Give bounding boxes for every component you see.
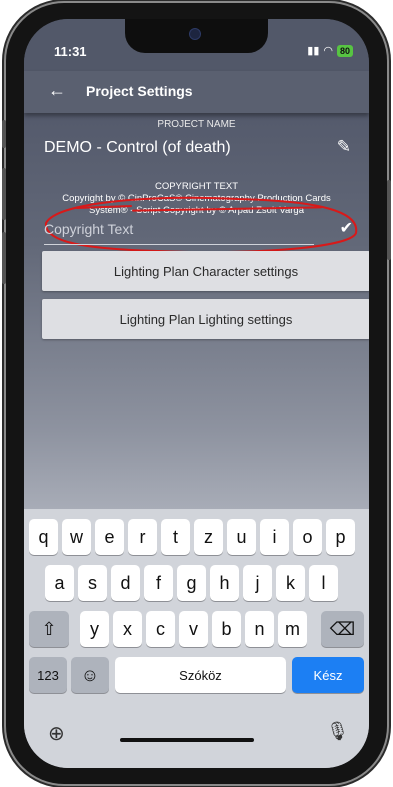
copyright-input[interactable] bbox=[44, 216, 314, 242]
key-b[interactable]: b bbox=[212, 611, 241, 647]
character-settings-button[interactable]: Lighting Plan Character settings bbox=[42, 251, 369, 291]
key-m[interactable]: m bbox=[278, 611, 307, 647]
key-c[interactable]: c bbox=[146, 611, 175, 647]
mic-icon[interactable]: 🎙 bbox=[326, 721, 349, 742]
space-key[interactable]: Szóköz bbox=[115, 657, 286, 693]
project-name-value: DEMO - Control (of death) bbox=[44, 139, 231, 156]
key-r[interactable]: r bbox=[128, 519, 157, 555]
notch bbox=[125, 19, 268, 53]
key-l[interactable]: l bbox=[309, 565, 338, 601]
key-u[interactable]: u bbox=[227, 519, 256, 555]
arrow-left-icon[interactable]: ← bbox=[48, 80, 66, 101]
key-j[interactable]: j bbox=[243, 565, 272, 601]
status-icons: ▮▮ ◠ 80 bbox=[307, 44, 353, 57]
project-name-label: PROJECT NAME bbox=[157, 119, 236, 130]
app-bar: ← Project Settings bbox=[24, 71, 369, 113]
mute-switch bbox=[2, 120, 6, 148]
shift-icon[interactable]: ⇧ bbox=[29, 611, 69, 647]
key-n[interactable]: n bbox=[245, 611, 274, 647]
key-k[interactable]: k bbox=[276, 565, 305, 601]
emoji-icon[interactable]: ☺ bbox=[71, 657, 109, 693]
copyright-input-wrap bbox=[44, 216, 314, 245]
check-icon[interactable]: ✔ bbox=[340, 218, 353, 238]
key-w[interactable]: w bbox=[62, 519, 91, 555]
key-p[interactable]: p bbox=[326, 519, 355, 555]
battery-icon: 80 bbox=[336, 44, 353, 57]
status-bar: 11:31 ▮▮ ◠ 80 bbox=[24, 19, 369, 71]
keyboard: q w e r t z u i o p a s d f g h j k l ⇧ … bbox=[24, 509, 369, 768]
pencil-icon[interactable]: ✎ bbox=[337, 137, 351, 157]
numbers-key[interactable]: 123 bbox=[29, 657, 67, 693]
key-h[interactable]: h bbox=[210, 565, 239, 601]
page-title: Project Settings bbox=[86, 83, 193, 99]
key-f[interactable]: f bbox=[144, 565, 173, 601]
key-e[interactable]: e bbox=[95, 519, 124, 555]
key-i[interactable]: i bbox=[260, 519, 289, 555]
done-key[interactable]: Kész bbox=[292, 657, 364, 693]
key-t[interactable]: t bbox=[161, 519, 190, 555]
key-o[interactable]: o bbox=[293, 519, 322, 555]
wifi-icon: ◠ bbox=[323, 45, 333, 57]
phone-screen: 11:31 ▮▮ ◠ 80 ← Project Settings PROJECT… bbox=[24, 19, 369, 768]
key-s[interactable]: s bbox=[78, 565, 107, 601]
status-time: 11:31 bbox=[54, 44, 87, 59]
home-indicator bbox=[120, 738, 254, 742]
key-q[interactable]: q bbox=[29, 519, 58, 555]
key-x[interactable]: x bbox=[113, 611, 142, 647]
volume-up-button bbox=[2, 168, 6, 220]
globe-icon[interactable]: ⊕ bbox=[48, 721, 65, 746]
volume-down-button bbox=[2, 232, 6, 284]
key-d[interactable]: d bbox=[111, 565, 140, 601]
key-y[interactable]: y bbox=[80, 611, 109, 647]
key-v[interactable]: v bbox=[179, 611, 208, 647]
signal-icon: ▮▮ bbox=[307, 45, 320, 57]
backspace-icon[interactable]: ⌫ bbox=[321, 611, 364, 647]
key-g[interactable]: g bbox=[177, 565, 206, 601]
front-camera bbox=[189, 28, 201, 40]
power-button bbox=[387, 180, 391, 260]
lighting-settings-button[interactable]: Lighting Plan Lighting settings bbox=[42, 299, 369, 339]
key-a[interactable]: a bbox=[45, 565, 74, 601]
key-z[interactable]: z bbox=[194, 519, 223, 555]
